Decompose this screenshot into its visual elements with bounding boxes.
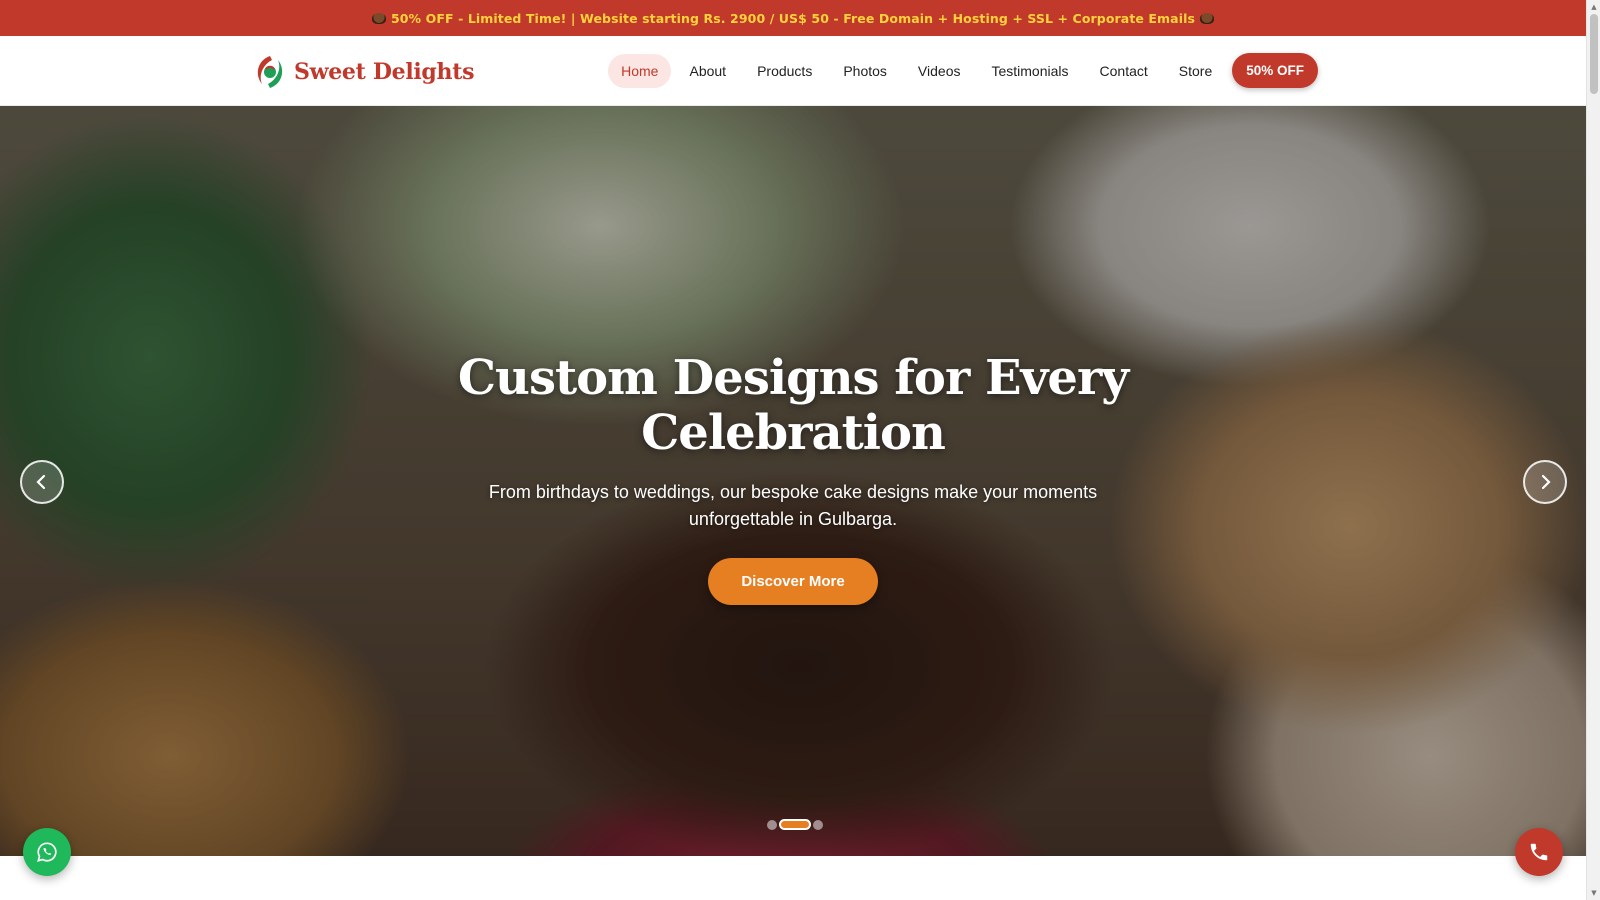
whatsapp-button[interactable] bbox=[23, 828, 71, 876]
cake-emoji-icon bbox=[1200, 12, 1215, 24]
hero-subtitle: From birthdays to weddings, our bespoke … bbox=[488, 482, 1098, 529]
site-header: Sweet Delights Home About Products Photo… bbox=[0, 36, 1586, 106]
nav-contact[interactable]: Contact bbox=[1087, 54, 1161, 88]
slider-dot[interactable] bbox=[813, 819, 823, 830]
nav-products[interactable]: Products bbox=[744, 54, 825, 88]
nav-videos[interactable]: Videos bbox=[905, 54, 974, 88]
hero-content: Custom Designs for Every Celebration Fro… bbox=[0, 351, 1586, 605]
main-nav: Home About Products Photos Videos Testim… bbox=[603, 53, 1318, 88]
chevron-left-icon bbox=[36, 474, 46, 490]
cake-emoji-icon bbox=[371, 12, 386, 24]
slider-dot-active[interactable] bbox=[779, 819, 811, 830]
nav-photos[interactable]: Photos bbox=[830, 54, 900, 88]
phone-icon bbox=[1530, 843, 1548, 861]
nav-testimonials[interactable]: Testimonials bbox=[978, 54, 1081, 88]
slider-dots bbox=[766, 819, 824, 830]
offer-button[interactable]: 50% OFF bbox=[1232, 53, 1318, 88]
scroll-down-arrow-icon[interactable]: ▼ bbox=[1587, 886, 1600, 900]
slider-next-button[interactable] bbox=[1523, 460, 1567, 504]
brand-logo[interactable]: Sweet Delights bbox=[252, 54, 474, 90]
discover-more-button[interactable]: Discover More bbox=[708, 558, 878, 605]
slider-prev-button[interactable] bbox=[20, 460, 64, 504]
nav-about[interactable]: About bbox=[676, 54, 739, 88]
hero-title: Custom Designs for Every Celebration bbox=[457, 350, 1129, 461]
scroll-up-arrow-icon[interactable]: ▲ bbox=[1587, 0, 1600, 14]
chevron-right-icon bbox=[1541, 474, 1551, 490]
brand-name: Sweet Delights bbox=[294, 59, 475, 85]
whatsapp-icon bbox=[37, 842, 57, 862]
nav-home[interactable]: Home bbox=[608, 53, 672, 88]
nav-store[interactable]: Store bbox=[1166, 54, 1225, 88]
logo-icon bbox=[257, 56, 283, 88]
call-button[interactable] bbox=[1515, 828, 1563, 876]
promo-text: 50% OFF - Limited Time! | Website starti… bbox=[390, 10, 1196, 26]
promo-banner: 50% OFF - Limited Time! | Website starti… bbox=[0, 0, 1586, 36]
page-scrollbar[interactable]: ▲ ▼ bbox=[1586, 0, 1600, 900]
scrollbar-thumb[interactable] bbox=[1590, 14, 1598, 94]
slider-dot[interactable] bbox=[767, 819, 777, 830]
hero-slider: Custom Designs for Every Celebration Fro… bbox=[0, 106, 1586, 856]
